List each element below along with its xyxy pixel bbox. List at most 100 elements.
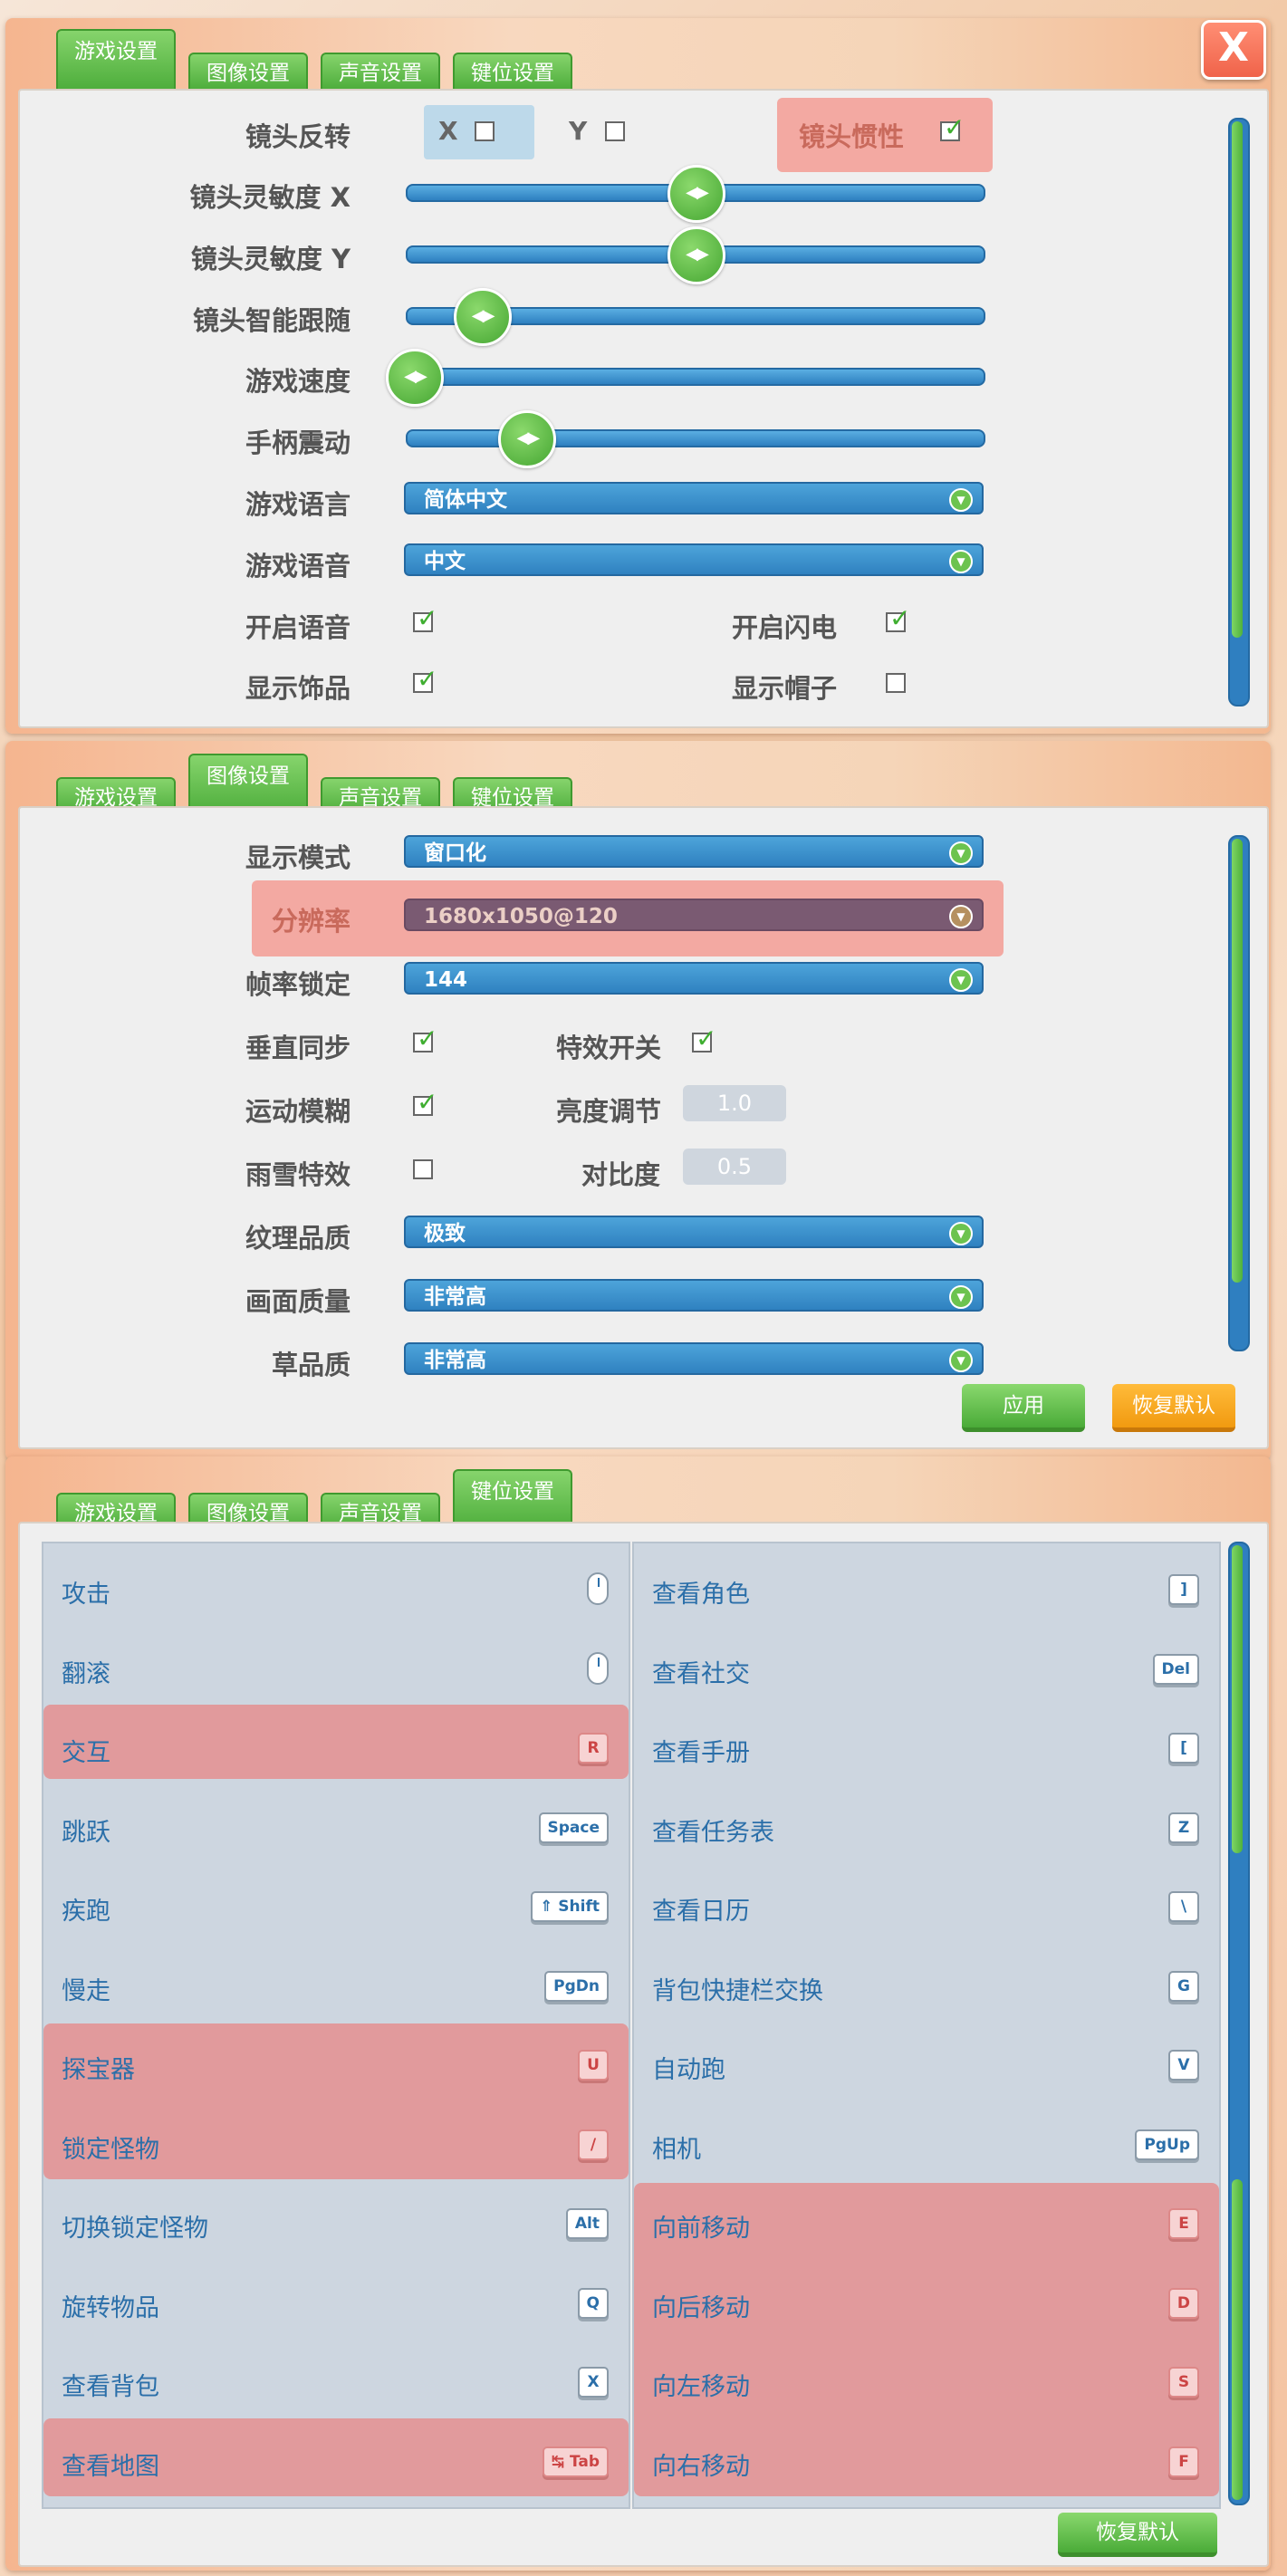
tab-graphics-settings[interactable]: 图像设置	[188, 754, 308, 813]
sens-x-knob[interactable]: ◀▶	[668, 165, 725, 223]
voice-value: 中文	[424, 550, 466, 573]
keybind-row[interactable]: 切换锁定怪物 Alt	[43, 2185, 629, 2259]
reset-default-button[interactable]: 恢复默认	[1058, 2513, 1217, 2557]
keybind-row[interactable]: 攻击	[43, 1551, 629, 1625]
invert-x-checkbox[interactable]	[475, 121, 495, 141]
speed-knob[interactable]: ◀▶	[386, 349, 444, 407]
keybind-row[interactable]: 向左移动 S	[634, 2343, 1219, 2417]
tab-game-settings[interactable]: 游戏设置	[56, 29, 176, 89]
key-badge[interactable]: ⇑ Shift	[531, 1891, 609, 1922]
key-badge[interactable]: PgDn	[544, 1970, 609, 2002]
effects-checkbox[interactable]: ✓	[692, 1024, 716, 1053]
tab-sound-settings[interactable]: 声音设置	[321, 53, 440, 89]
vibration-slider[interactable]	[406, 429, 985, 447]
key-badge[interactable]: F	[1168, 2446, 1199, 2477]
key-badge[interactable]: Del	[1152, 1653, 1199, 1685]
brightness-input[interactable]: 1.0	[683, 1085, 786, 1121]
quality-dropdown[interactable]: 非常高 ▼	[404, 1279, 984, 1312]
keybind-row[interactable]: 向右移动 F	[634, 2423, 1219, 2497]
keybind-row[interactable]: 疾跑 ⇑ Shift	[43, 1868, 629, 1942]
keybind-row[interactable]: 向前移动 E	[634, 2185, 1219, 2259]
keybind-row[interactable]: 锁定怪物 /	[43, 2106, 629, 2180]
key-badge[interactable]: X	[578, 2367, 609, 2398]
key-badge[interactable]: Alt	[565, 2208, 609, 2239]
vsync-checkbox[interactable]: ✓	[413, 1024, 437, 1053]
key-badge[interactable]: \	[1168, 1891, 1199, 1922]
key-badge[interactable]: Q	[577, 2287, 609, 2319]
keybind-row[interactable]: 背包快捷栏交换 G	[634, 1947, 1219, 2022]
contrast-input[interactable]: 0.5	[683, 1149, 786, 1185]
keybind-row[interactable]: 跳跃 Space	[43, 1789, 629, 1863]
speed-slider[interactable]	[406, 368, 985, 386]
show-accessory-checkbox[interactable]: ✓	[413, 664, 437, 694]
close-button[interactable]: X	[1201, 20, 1266, 80]
display-mode-dropdown[interactable]: 窗口化 ▼	[404, 835, 984, 868]
key-badge[interactable]: E	[1168, 2208, 1199, 2239]
voice-dropdown[interactable]: 中文 ▼	[404, 543, 984, 576]
grass-dropdown[interactable]: 非常高 ▼	[404, 1342, 984, 1375]
keybind-row[interactable]: 查看社交 Del	[634, 1630, 1219, 1705]
key-badge[interactable]: [	[1168, 1733, 1199, 1764]
key-badge[interactable]: ↹ Tab	[542, 2446, 609, 2477]
texture-dropdown[interactable]: 极致 ▼	[404, 1216, 984, 1248]
scrollbar[interactable]	[1228, 835, 1250, 1351]
key-badge[interactable]: /	[578, 2129, 609, 2160]
key-badge[interactable]: ]	[1168, 1574, 1199, 1605]
scrollbar[interactable]	[1228, 118, 1250, 706]
scrollbar[interactable]	[1228, 1542, 1250, 2505]
keybind-action-label: 交互	[62, 1739, 110, 1767]
fps-dropdown[interactable]: 144 ▼	[404, 962, 984, 995]
keybind-row[interactable]: 查看背包 X	[43, 2343, 629, 2417]
scrollbar-thumb[interactable]	[1232, 839, 1243, 1283]
motion-blur-checkbox[interactable]: ✓	[413, 1087, 437, 1117]
mouse-icon[interactable]	[587, 1572, 609, 1605]
key-badge[interactable]: U	[578, 2050, 609, 2081]
keybind-row[interactable]: 交互 R	[43, 1709, 629, 1783]
sens-y-knob[interactable]: ◀▶	[668, 226, 725, 284]
key-badge[interactable]: PgUp	[1135, 2129, 1199, 2160]
key-badge[interactable]: R	[578, 1733, 609, 1764]
resolution-dropdown[interactable]: 1680x1050@120 ▼	[404, 899, 984, 931]
keybind-row[interactable]: 查看角色]	[634, 1551, 1219, 1625]
key-badge[interactable]: D	[1167, 2287, 1199, 2319]
enable-voice-checkbox[interactable]: ✓	[413, 603, 437, 633]
keybind-row[interactable]: 旋转物品 Q	[43, 2264, 629, 2339]
keybind-row[interactable]: 向后移动 D	[634, 2264, 1219, 2339]
keybind-row[interactable]: 自动跑 V	[634, 2026, 1219, 2100]
keybind-row[interactable]: 查看任务表 Z	[634, 1789, 1219, 1863]
key-badge[interactable]: S	[1168, 2367, 1199, 2398]
show-hat-checkbox[interactable]	[886, 673, 906, 693]
keybind-row[interactable]: 相机 PgUp	[634, 2106, 1219, 2180]
tab-keybind-settings[interactable]: 键位设置	[453, 53, 572, 89]
keybind-row[interactable]: 探宝器 U	[43, 2026, 629, 2100]
keybind-row[interactable]: 查看日历 \	[634, 1868, 1219, 1942]
key-badge[interactable]: Space	[538, 1812, 609, 1843]
keybind-action-label: 查看社交	[652, 1659, 750, 1688]
key-badge[interactable]: G	[1168, 1970, 1199, 2002]
inertia-checkbox[interactable]: ✓	[940, 112, 965, 142]
language-dropdown[interactable]: 简体中文 ▼	[404, 482, 984, 514]
key-badge[interactable]: Z	[1168, 1812, 1199, 1843]
enable-lightning-checkbox[interactable]: ✓	[886, 603, 910, 633]
apply-button[interactable]: 应用	[962, 1384, 1085, 1432]
vibration-knob[interactable]: ◀▶	[498, 410, 557, 468]
key-badge[interactable]: V	[1168, 2050, 1199, 2081]
keybind-row[interactable]: 查看手册 [	[634, 1709, 1219, 1783]
scrollbar-thumb[interactable]	[1232, 2179, 1243, 2500]
tab-graphics-settings[interactable]: 图像设置	[188, 53, 308, 89]
check-icon: ✓	[417, 1087, 438, 1117]
invert-y-checkbox[interactable]	[605, 121, 625, 141]
language-value: 简体中文	[424, 488, 507, 512]
keybind-row[interactable]: 翻滚	[43, 1630, 629, 1705]
keybind-row[interactable]: 慢走 PgDn	[43, 1947, 629, 2022]
mouse-icon[interactable]	[587, 1651, 609, 1685]
tab-keybind-settings[interactable]: 键位设置	[453, 1469, 572, 1529]
keybind-row[interactable]: 查看地图 ↹ Tab	[43, 2423, 629, 2497]
smart-follow-knob[interactable]: ◀▶	[453, 288, 512, 346]
resolution-value: 1680x1050@120	[424, 905, 618, 928]
keybind-action-label: 查看任务表	[652, 1818, 774, 1847]
reset-default-button[interactable]: 恢复默认	[1112, 1384, 1235, 1432]
scrollbar-thumb[interactable]	[1232, 1545, 1243, 1853]
weather-checkbox[interactable]	[413, 1159, 433, 1179]
scrollbar-thumb[interactable]	[1232, 121, 1243, 638]
